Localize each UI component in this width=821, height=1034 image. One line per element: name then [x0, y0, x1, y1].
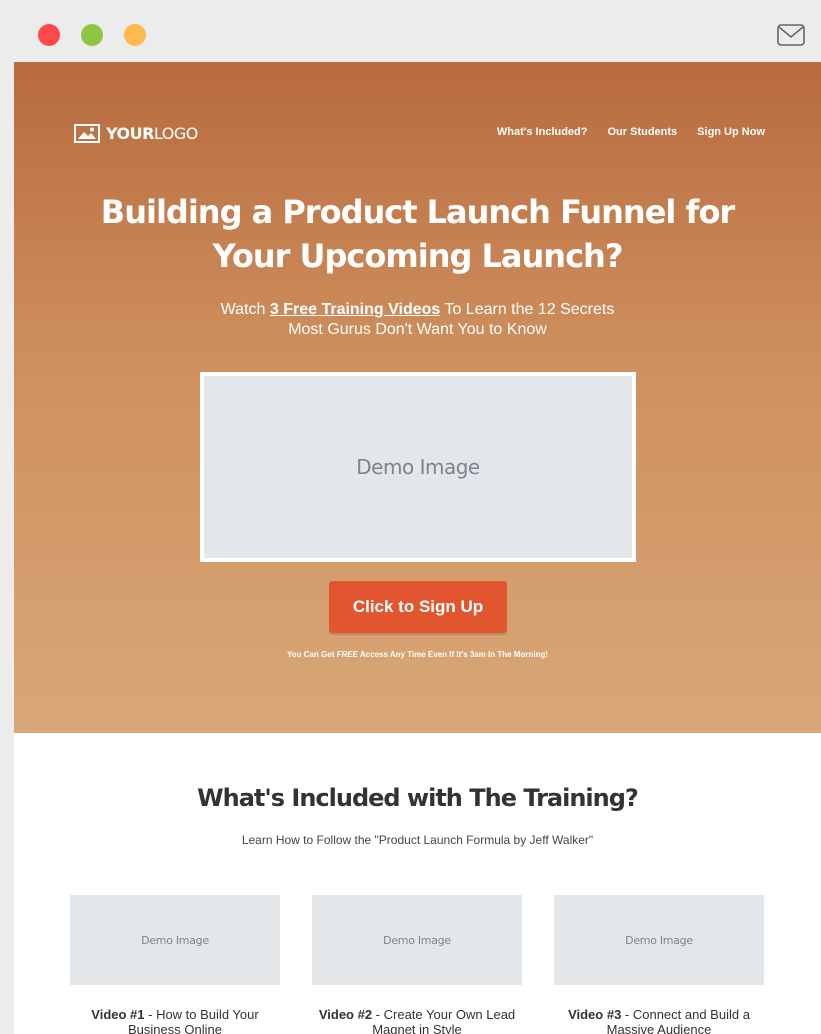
hero-sub-suffix: To Learn the 12 Secrets [440, 301, 615, 318]
card-video-number: Video #2 [318, 1007, 373, 1022]
hero-note-suffix: Access Any Time Even If It's 3am In The … [357, 650, 549, 659]
close-window-button[interactable] [38, 24, 60, 46]
mail-icon[interactable] [777, 24, 805, 46]
section-subtitle: Learn How to Follow the "Product Launch … [241, 833, 594, 847]
logo-text-light: LOGO [153, 123, 198, 143]
hero-subtitle: Watch 3 Free Training Videos To Learn th… [14, 300, 821, 340]
window-titlebar [0, 0, 821, 62]
card-demo-image: Demo Image [70, 895, 280, 985]
hero-title-line-2: Your Upcoming Launch? [212, 237, 624, 275]
hero-sub-line-2: Most Gurus Don't Want You to Know [288, 321, 547, 338]
maximize-window-button[interactable] [124, 24, 146, 46]
image-icon [74, 123, 100, 143]
card-video-text: - Connect and Build a Massive Audience [606, 1007, 750, 1034]
demo-image-label: Demo Image [356, 455, 480, 479]
video-card-2[interactable]: Demo Image Video #2 - Create Your Own Le… [312, 895, 522, 1034]
video-card-1[interactable]: Demo Image Video #1 - How to Build Your … [70, 895, 280, 1034]
card-video-text: - Create Your Own Lead Magnet in Style [372, 1007, 516, 1034]
minimize-window-button[interactable] [81, 24, 103, 46]
site-logo[interactable]: YOUR LOGO [74, 122, 198, 144]
card-demo-image: Demo Image [312, 895, 522, 985]
logo-text-bold: YOUR [106, 123, 154, 143]
hero-sub-highlight[interactable]: 3 Free Training Videos [270, 301, 440, 318]
section-title: What's Included with The Training? [197, 784, 639, 812]
card-image-label: Demo Image [141, 933, 209, 947]
hero-note: You Can Get FREE Access Any Time Even If… [14, 650, 821, 659]
hero-section: YOUR LOGO What's Included? Our Students … [14, 62, 821, 733]
card-title: Video #3 - Connect and Build a Massive A… [554, 1007, 764, 1034]
hero-title: Building a Product Launch Funnel for You… [14, 190, 821, 278]
main-nav: What's Included? Our Students Sign Up No… [497, 126, 765, 138]
nav-link-sign-up-now[interactable]: Sign Up Now [697, 126, 765, 138]
nav-link-whats-included[interactable]: What's Included? [497, 126, 588, 138]
card-title: Video #2 - Create Your Own Lead Magnet i… [312, 1007, 522, 1034]
nav-link-our-students[interactable]: Our Students [608, 126, 678, 138]
card-video-number: Video #1 [91, 1007, 145, 1022]
card-title: Video #1 - How to Build Your Business On… [70, 1007, 280, 1034]
card-demo-image: Demo Image [554, 895, 764, 985]
hero-sub-prefix: Watch [220, 301, 270, 318]
card-video-number: Video #3 [568, 1007, 622, 1022]
card-image-label: Demo Image [625, 933, 693, 947]
hero-demo-image: Demo Image [200, 372, 636, 562]
hero-note-prefix: You Can Get [286, 650, 337, 659]
sign-up-button[interactable]: Click to Sign Up [329, 581, 507, 633]
hero-title-line-1: Building a Product Launch Funnel for [100, 193, 735, 231]
video-card-3[interactable]: Demo Image Video #3 - Connect and Build … [554, 895, 764, 1034]
card-video-text: - How to Build Your Business Online [128, 1007, 259, 1034]
card-image-label: Demo Image [383, 933, 451, 947]
page-viewport: YOUR LOGO What's Included? Our Students … [14, 62, 821, 1034]
hero-note-emphasis: FREE [336, 650, 358, 659]
